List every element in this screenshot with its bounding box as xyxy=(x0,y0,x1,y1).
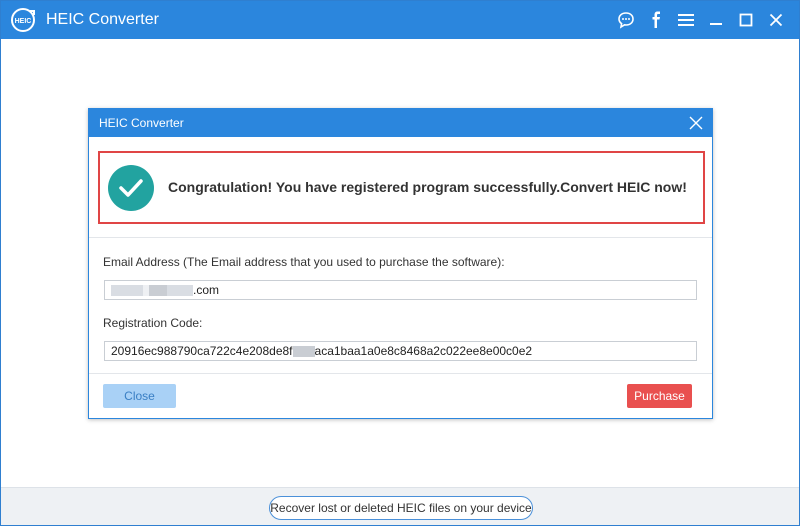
divider xyxy=(89,373,712,374)
success-message: Congratulation! You have registered prog… xyxy=(168,179,687,195)
success-message-box: Congratulation! You have registered prog… xyxy=(98,151,705,224)
redacted-block xyxy=(292,345,315,357)
close-button[interactable]: Close xyxy=(103,384,176,408)
email-value: .com xyxy=(193,283,220,297)
app-title: HEIC Converter xyxy=(46,11,159,28)
redacted-block xyxy=(111,284,143,296)
email-field[interactable]: .com xyxy=(104,280,697,300)
app-logo-text: HEIC xyxy=(15,18,32,25)
registration-code-label: Registration Code: xyxy=(103,316,203,330)
divider xyxy=(89,237,712,238)
check-circle-icon xyxy=(108,165,154,211)
dialog-title-bar: HEIC Converter xyxy=(89,109,712,137)
chat-icon[interactable] xyxy=(611,1,641,39)
registration-dialog: HEIC Converter Congratulation! You have … xyxy=(88,108,713,419)
bottom-bar: Recover lost or deleted HEIC files on yo… xyxy=(1,487,799,525)
dialog-title: HEIC Converter xyxy=(99,116,184,130)
maximize-icon[interactable] xyxy=(731,1,761,39)
minimize-icon[interactable] xyxy=(701,1,731,39)
registration-code-field[interactable]: 20916ec988790ca722c4e208de8f aca1baa1a0e… xyxy=(104,341,697,361)
redacted-block xyxy=(149,284,167,296)
recover-files-button[interactable]: Recover lost or deleted HEIC files on yo… xyxy=(269,496,533,520)
dialog-close-icon[interactable] xyxy=(686,113,706,133)
redacted-block xyxy=(167,284,193,296)
close-icon[interactable] xyxy=(761,1,791,39)
facebook-icon[interactable] xyxy=(641,1,671,39)
email-label: Email Address (The Email address that yo… xyxy=(103,255,505,269)
title-bar-controls xyxy=(611,1,791,39)
app-logo-icon: HEIC xyxy=(11,8,35,32)
purchase-button[interactable]: Purchase xyxy=(627,384,692,408)
code-value-prefix: 20916ec988790ca722c4e208de8f xyxy=(111,344,293,358)
menu-icon[interactable] xyxy=(671,1,701,39)
title-bar: HEIC HEIC Converter xyxy=(1,1,799,39)
code-value-suffix: aca1baa1a0e8c8468a2c022ee8e00c0e2 xyxy=(314,344,533,358)
